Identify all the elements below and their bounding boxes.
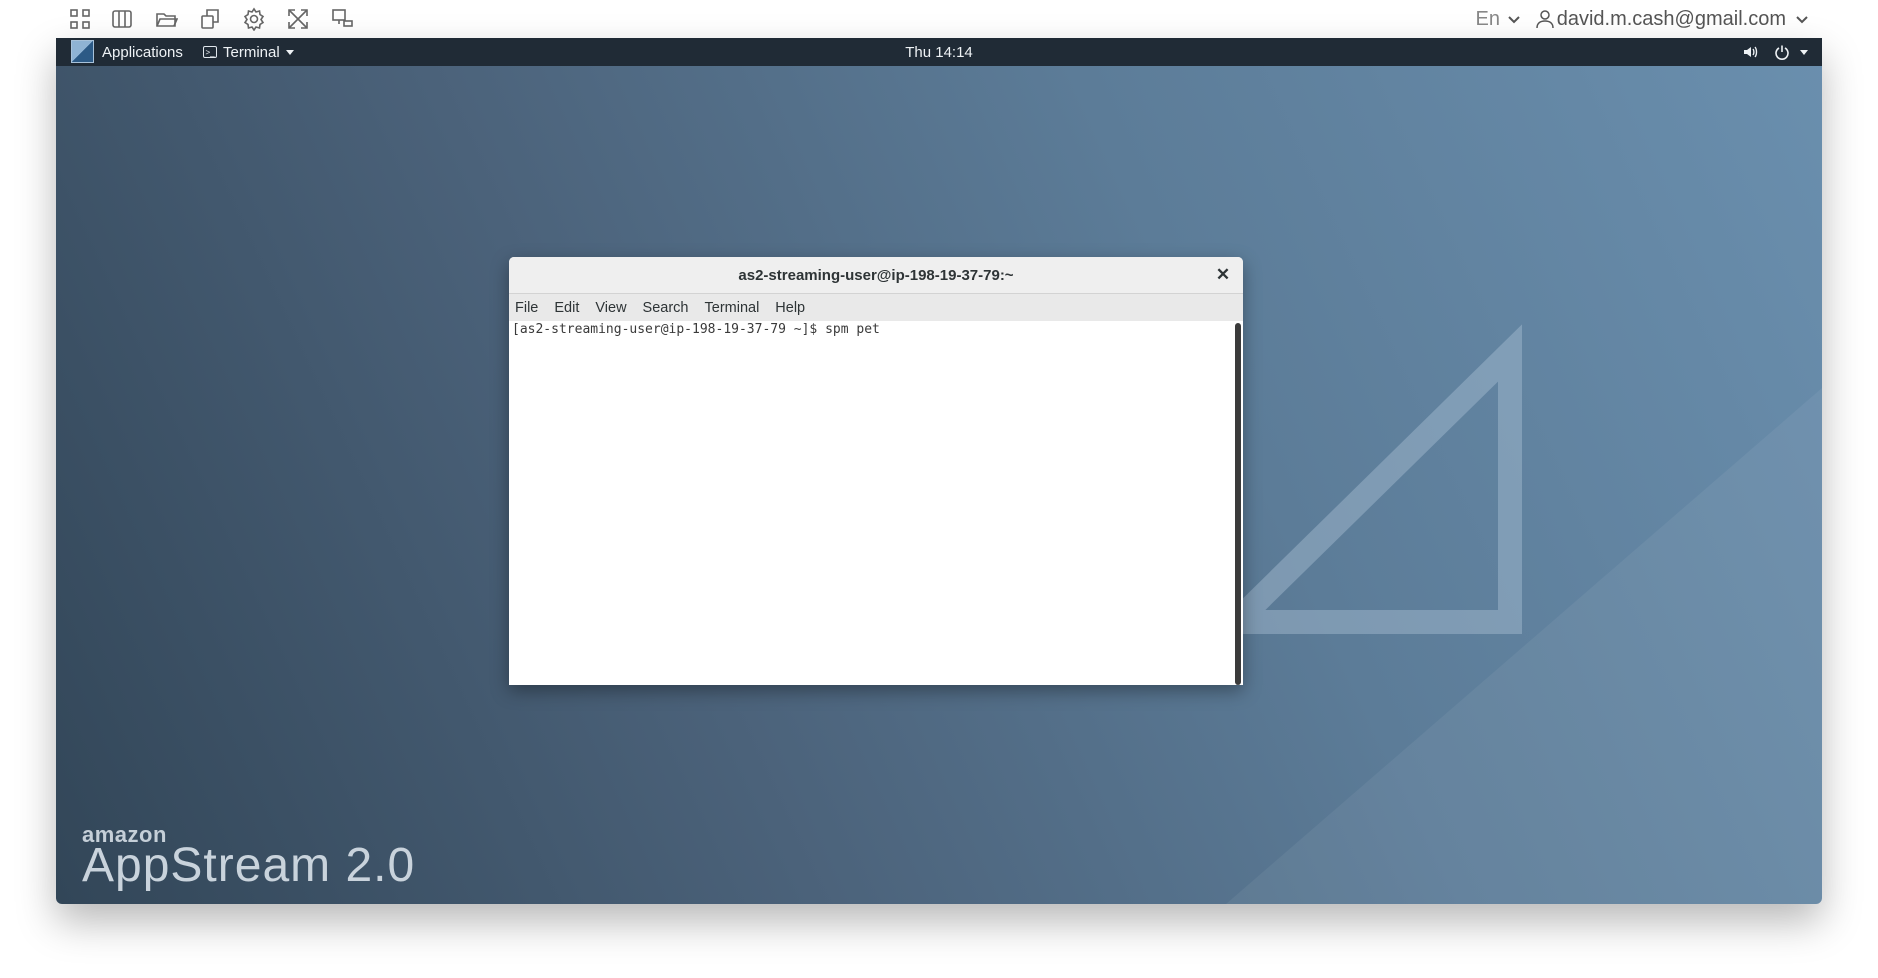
apps-grid-icon[interactable] xyxy=(66,5,94,33)
terminal-line: [as2-streaming-user@ip-198-19-37-79 ~]$ … xyxy=(512,322,880,337)
menu-file[interactable]: File xyxy=(515,300,538,316)
user-menu[interactable]: david.m.cash@gmail.com xyxy=(1535,0,1810,38)
settings-gear-icon[interactable] xyxy=(240,5,268,33)
menu-edit[interactable]: Edit xyxy=(554,300,579,316)
language-selector[interactable]: En xyxy=(1476,0,1522,38)
menu-help[interactable]: Help xyxy=(775,300,805,316)
terminal-title: as2-streaming-user@ip-198-19-37-79:~ xyxy=(738,266,1014,284)
copy-files-icon[interactable] xyxy=(196,5,224,33)
terminal-menubar: File Edit View Search Terminal Help xyxy=(509,294,1243,322)
chevron-down-icon xyxy=(1794,11,1810,27)
menu-view[interactable]: View xyxy=(595,300,626,316)
folder-open-icon[interactable] xyxy=(152,5,180,33)
monitor-icon[interactable] xyxy=(328,5,356,33)
system-menu[interactable] xyxy=(1742,38,1808,66)
user-icon xyxy=(1535,9,1555,29)
terminal-titlebar[interactable]: as2-streaming-user@ip-198-19-37-79:~ ✕ xyxy=(509,257,1243,294)
split-view-icon[interactable] xyxy=(108,5,136,33)
language-label: En xyxy=(1475,7,1500,30)
caret-down-icon xyxy=(1800,49,1808,55)
power-icon xyxy=(1774,44,1790,60)
terminal-window[interactable]: as2-streaming-user@ip-198-19-37-79:~ ✕ F… xyxy=(509,257,1243,685)
chevron-down-icon xyxy=(1506,11,1522,27)
terminal-output[interactable]: [as2-streaming-user@ip-198-19-37-79 ~]$ … xyxy=(509,321,1243,685)
volume-icon xyxy=(1742,44,1758,60)
menu-search[interactable]: Search xyxy=(643,300,689,316)
fullscreen-icon[interactable] xyxy=(284,5,312,33)
terminal-scrollbar[interactable] xyxy=(1235,323,1241,685)
menu-terminal[interactable]: Terminal xyxy=(705,300,760,316)
top-panel: Applications >_ Terminal Thu 14:14 xyxy=(56,38,1822,66)
appstream-toolbar: En david.m.cash@gmail.com xyxy=(56,0,1822,38)
clock[interactable]: Thu 14:14 xyxy=(56,38,1822,66)
appstream-logo-text: AppStream 2.0 xyxy=(82,839,416,892)
user-email: david.m.cash@gmail.com xyxy=(1556,7,1786,30)
close-icon[interactable]: ✕ xyxy=(1213,265,1233,285)
desktop: Applications >_ Terminal Thu 14:14 amazo… xyxy=(56,38,1822,904)
